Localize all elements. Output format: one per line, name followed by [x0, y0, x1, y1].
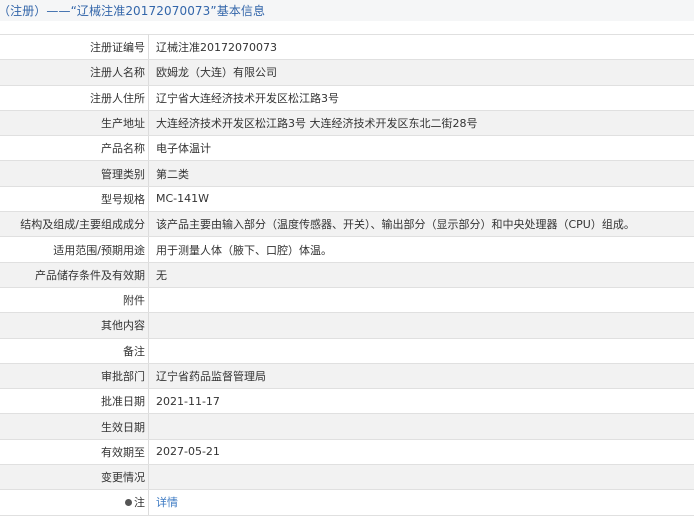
table-row: 结构及组成/主要组成成分 该产品主要由输入部分（温度传感器、开关）、输出部分（显…	[0, 211, 694, 238]
table-row: 注册证编号 辽械注准20172070073	[0, 33, 694, 61]
row-value: 2027-05-21	[148, 438, 694, 466]
note-label-cell: 注	[0, 489, 149, 516]
row-value	[148, 286, 694, 314]
row-value: 大连经济技术开发区松江路3号 大连经济技术开发区东北二街28号	[148, 109, 694, 137]
row-label: 注册证编号	[0, 33, 149, 61]
row-value	[148, 312, 694, 339]
details-link[interactable]: 详情	[156, 496, 178, 509]
row-value	[148, 413, 694, 440]
note-icon	[125, 499, 132, 507]
row-label: 批准日期	[0, 388, 149, 415]
row-value: 用于测量人体（腋下、口腔）体温。	[148, 236, 694, 263]
row-value: 辽宁省大连经济技术开发区松江路3号	[148, 84, 694, 111]
row-label: 附件	[0, 286, 149, 314]
row-label: 产品储存条件及有效期	[0, 261, 149, 288]
row-label: 注册人住所	[0, 84, 149, 111]
row-label: 型号规格	[0, 185, 149, 213]
row-label: 有效期至	[0, 438, 149, 466]
table-row: 注 详情	[0, 489, 694, 516]
table-row: 生效日期	[0, 413, 694, 440]
table-row: 批准日期 2021-11-17	[0, 388, 694, 415]
table-row: 产品名称 电子体温计	[0, 135, 694, 162]
row-label: 管理类别	[0, 160, 149, 187]
row-label: 生产地址	[0, 109, 149, 137]
table-row: 适用范围/预期用途 用于测量人体（腋下、口腔）体温。	[0, 236, 694, 263]
row-value: 第二类	[148, 160, 694, 187]
table-row: 备注	[0, 337, 694, 364]
table-row: 管理类别 第二类	[0, 160, 694, 187]
row-value: 无	[148, 261, 694, 288]
row-label: 生效日期	[0, 413, 149, 440]
row-label: 变更情况	[0, 464, 149, 491]
row-value: MC-141W	[148, 185, 694, 213]
page-header: （注册）——“辽械注准20172070073”基本信息	[0, 0, 694, 21]
row-label: 备注	[0, 337, 149, 364]
row-label: 适用范围/预期用途	[0, 236, 149, 263]
row-value: 电子体温计	[148, 135, 694, 162]
row-label: 审批部门	[0, 362, 149, 390]
table-row: 生产地址 大连经济技术开发区松江路3号 大连经济技术开发区东北二街28号	[0, 109, 694, 137]
row-label: 其他内容	[0, 312, 149, 339]
row-value	[148, 337, 694, 364]
registration-detail-table: 注册证编号 辽械注准20172070073 注册人名称 欧姆龙（大连）有限公司 …	[0, 33, 694, 516]
table-row: 变更情况	[0, 464, 694, 491]
row-value: 辽械注准20172070073	[148, 33, 694, 61]
page-title: （注册）——“辽械注准20172070073”基本信息	[0, 4, 266, 18]
table-row: 其他内容	[0, 312, 694, 339]
row-value: 欧姆龙（大连）有限公司	[148, 59, 694, 86]
row-label: 结构及组成/主要组成成分	[0, 211, 149, 238]
row-value: 详情	[148, 489, 694, 516]
header-spacer	[0, 21, 694, 34]
table-row: 产品储存条件及有效期 无	[0, 261, 694, 288]
row-label: 注	[134, 496, 145, 510]
table-row: 注册人住所 辽宁省大连经济技术开发区松江路3号	[0, 84, 694, 111]
row-label: 产品名称	[0, 135, 149, 162]
table-row: 附件	[0, 286, 694, 314]
table-row: 注册人名称 欧姆龙（大连）有限公司	[0, 59, 694, 86]
row-label: 注册人名称	[0, 59, 149, 86]
row-value: 2021-11-17	[148, 388, 694, 415]
table-row: 有效期至 2027-05-21	[0, 438, 694, 466]
table-row: 审批部门 辽宁省药品监督管理局	[0, 362, 694, 390]
row-value: 辽宁省药品监督管理局	[148, 362, 694, 390]
row-value	[148, 464, 694, 491]
row-value: 该产品主要由输入部分（温度传感器、开关）、输出部分（显示部分）和中央处理器（CP…	[148, 211, 694, 238]
table-row: 型号规格 MC-141W	[0, 185, 694, 213]
